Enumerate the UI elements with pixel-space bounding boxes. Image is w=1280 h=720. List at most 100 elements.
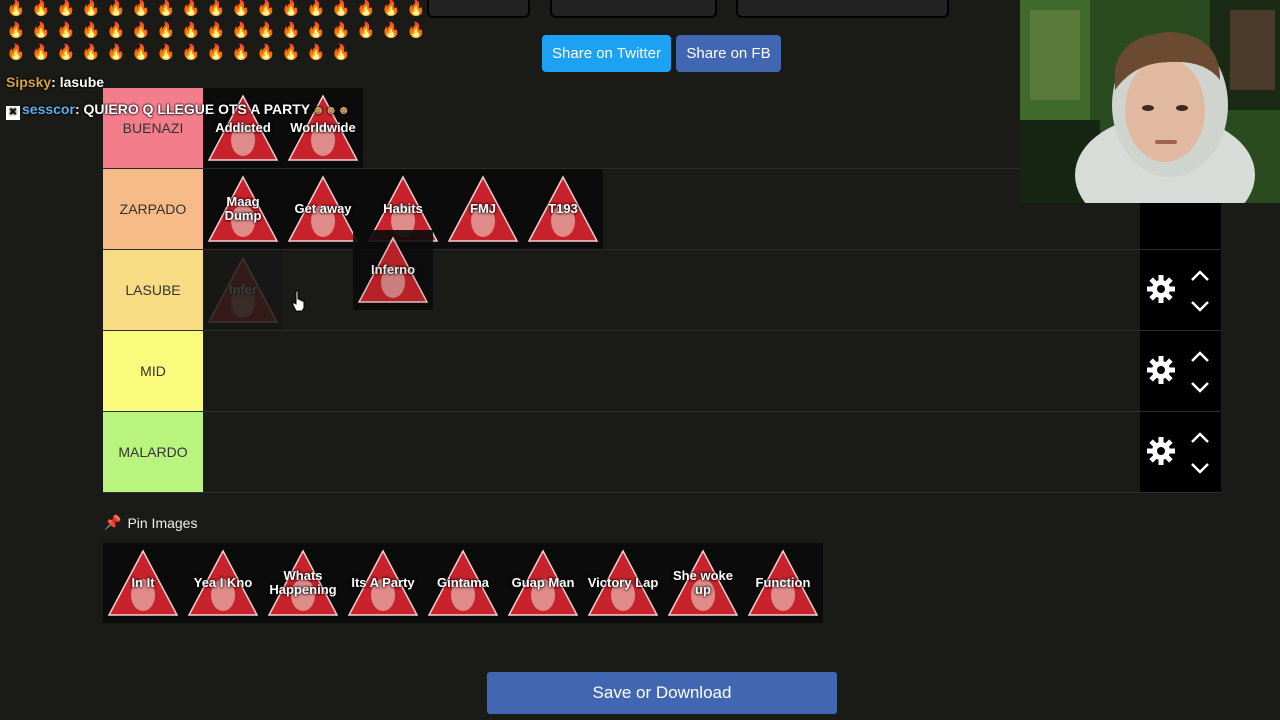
fire-emoji-icon: 🔥 <box>156 22 176 39</box>
image-tile[interactable]: Get away <box>283 169 363 249</box>
tier-label[interactable]: LASUBE <box>103 250 203 330</box>
pin-images-toggle[interactable]: 📌 Pin Images <box>104 514 197 531</box>
chat-overlay: 🔥 🔥 🔥 🔥 🔥 🔥 🔥 🔥 🔥 🔥 🔥 🔥 🔥 🔥 🔥 🔥 🔥 🔥 🔥 🔥 🔥 🔥 🔥 🔥 🔥 🔥 🔥 🔥 🔥 🔥 🔥 🔥 🔥 🔥 🔥 🔥 🔥 🔥 🔥 🔥… <box>0 0 440 125</box>
image-tile[interactable]: Maag Dump <box>203 169 283 249</box>
tile-caption: Gintama <box>436 575 489 590</box>
image-tile[interactable]: Gintama <box>423 543 503 623</box>
dragging-image-tile[interactable]: Inferno <box>353 230 433 310</box>
chevron-down-icon[interactable] <box>1190 381 1210 393</box>
tier-items-dropzone[interactable] <box>203 412 1140 492</box>
tile-caption: Habits <box>383 201 423 216</box>
image-tile[interactable]: FMJ <box>443 169 523 249</box>
fire-emoji-icon: 🔥 <box>156 44 176 61</box>
fire-emoji-icon: 🔥 <box>181 44 201 61</box>
tier-label[interactable]: ZARPADO <box>103 169 203 249</box>
fire-emoji-icon: 🔥 <box>131 22 151 39</box>
fire-emoji-icon: 🔥 <box>131 0 151 17</box>
fire-emoji-icon: 🔥 <box>381 0 401 17</box>
fire-emoji-icon: 🔥 <box>356 22 376 39</box>
tier-items-dropzone[interactable] <box>203 331 1140 411</box>
fire-emoji-grid: 🔥 🔥 🔥 🔥 🔥 🔥 🔥 🔥 🔥 🔥 🔥 🔥 🔥 🔥 🔥 🔥 🔥 🔥 🔥 🔥 🔥 🔥 🔥 🔥 🔥 🔥 🔥 🔥 🔥 🔥 🔥 🔥 🔥 🔥 🔥 🔥 🔥 🔥 🔥 🔥… <box>6 0 426 61</box>
tile-caption: T193 <box>548 201 578 216</box>
gear-icon[interactable] <box>1146 436 1176 466</box>
fire-emoji-icon: 🔥 <box>306 22 326 39</box>
fire-emoji-icon: 🔥 <box>206 22 226 39</box>
image-pool: In It Yea I Kno Whats Happening Its A Party… <box>103 543 823 623</box>
fire-emoji-icon: 🔥 <box>406 0 426 17</box>
fire-emoji-icon: 🔥 <box>206 44 226 61</box>
tile-caption: Get away <box>294 201 352 216</box>
top-input-strip-3[interactable] <box>736 0 949 18</box>
tile-caption: FMJ <box>470 201 496 216</box>
chat-username: Sipsky <box>6 74 52 90</box>
fire-emoji-icon: 🔥 <box>256 22 276 39</box>
tier-controls <box>1140 250 1221 330</box>
fire-emoji-icon: 🔥 <box>281 0 301 17</box>
chevron-down-icon[interactable] <box>1190 300 1210 312</box>
fire-emoji-icon: 🔥 <box>56 0 76 17</box>
fire-emoji-icon: 🔥 <box>356 0 376 17</box>
fire-emoji-icon: 🔥 <box>6 0 26 17</box>
fire-emoji-icon: 🔥 <box>281 44 301 61</box>
image-tile[interactable]: She woke up <box>663 543 743 623</box>
fire-emoji-icon: 🔥 <box>331 22 351 39</box>
webcam-person-image <box>1020 0 1280 203</box>
fire-emoji-icon: 🔥 <box>6 44 26 61</box>
save-download-button[interactable]: Save or Download <box>487 672 837 714</box>
fire-emoji-icon: 🔥 <box>81 0 101 17</box>
image-tile[interactable]: Victory Lap <box>583 543 663 623</box>
webcam-overlay <box>1020 0 1280 203</box>
fire-emoji-icon: 🔥 <box>331 44 351 61</box>
image-tile[interactable]: Guap Man <box>503 543 583 623</box>
gear-icon[interactable] <box>1146 355 1176 385</box>
fire-emoji-icon: 🔥 <box>306 44 326 61</box>
fire-emoji-icon: 🔥 <box>56 44 76 61</box>
tier-items-dropzone[interactable]: Maag Dump Get away Habits FMJ T193 <box>203 169 1140 249</box>
tile-caption: Function <box>755 575 811 590</box>
tier-label[interactable]: MID <box>103 331 203 411</box>
fire-emoji-icon: 🔥 <box>381 22 401 39</box>
fire-emoji-icon: 🔥 <box>181 22 201 39</box>
image-tile[interactable]: Yea I Kno <box>183 543 263 623</box>
fire-emoji-icon: 🔥 <box>231 22 251 39</box>
tile-caption: In It <box>131 575 155 590</box>
fire-emoji-icon: 🔥 <box>256 0 276 17</box>
tile-caption: Guap Man <box>511 575 575 590</box>
fire-emoji-icon: 🔥 <box>31 22 51 39</box>
tier-row-malardo: MALARDO <box>103 412 1221 493</box>
tier-controls <box>1140 331 1221 411</box>
share-twitter-button[interactable]: Share on Twitter <box>542 35 671 72</box>
image-tile[interactable]: Its A Party <box>343 543 423 623</box>
tier-label[interactable]: MALARDO <box>103 412 203 492</box>
chevron-up-icon[interactable] <box>1190 432 1210 444</box>
tile-caption: Maag Dump <box>224 194 262 223</box>
fire-emoji-icon: 🔥 <box>331 0 351 17</box>
tier-row-mid: MID <box>103 331 1221 412</box>
share-facebook-button[interactable]: Share on FB <box>676 35 781 72</box>
tier-controls <box>1140 412 1221 492</box>
tier-items-dropzone[interactable]: Infer Inferno <box>203 230 1140 330</box>
fire-emoji-icon: 🔥 <box>81 22 101 39</box>
chat-username: sesscor <box>22 101 75 117</box>
image-tile[interactable]: Infer <box>203 250 283 330</box>
chevron-down-icon[interactable] <box>1190 462 1210 474</box>
tile-caption: Inferno <box>370 262 416 277</box>
fire-emoji-icon: 🔥 <box>131 44 151 61</box>
fire-emoji-icon: 🔥 <box>81 44 101 61</box>
tier-row-lasube: LASUBE Infer Inferno <box>103 230 1221 331</box>
tile-caption: Victory Lap <box>587 575 659 590</box>
image-tile[interactable]: T193 <box>523 169 603 249</box>
chat-badge-icon: ✕ <box>6 106 20 120</box>
top-input-strip-2[interactable] <box>550 0 717 18</box>
image-tile[interactable]: In It <box>103 543 183 623</box>
fire-emoji-icon: 🔥 <box>306 0 326 17</box>
gear-icon[interactable] <box>1146 274 1176 304</box>
top-input-strip-1[interactable] <box>427 0 530 18</box>
image-tile[interactable]: Function <box>743 543 823 623</box>
chevron-up-icon[interactable] <box>1190 351 1210 363</box>
tile-caption: She woke up <box>673 568 733 597</box>
image-tile[interactable]: Whats Happening <box>263 543 343 623</box>
pushpin-icon: 📌 <box>104 514 122 530</box>
chevron-up-icon[interactable] <box>1190 270 1210 282</box>
fire-emoji-icon: 🔥 <box>406 22 426 39</box>
